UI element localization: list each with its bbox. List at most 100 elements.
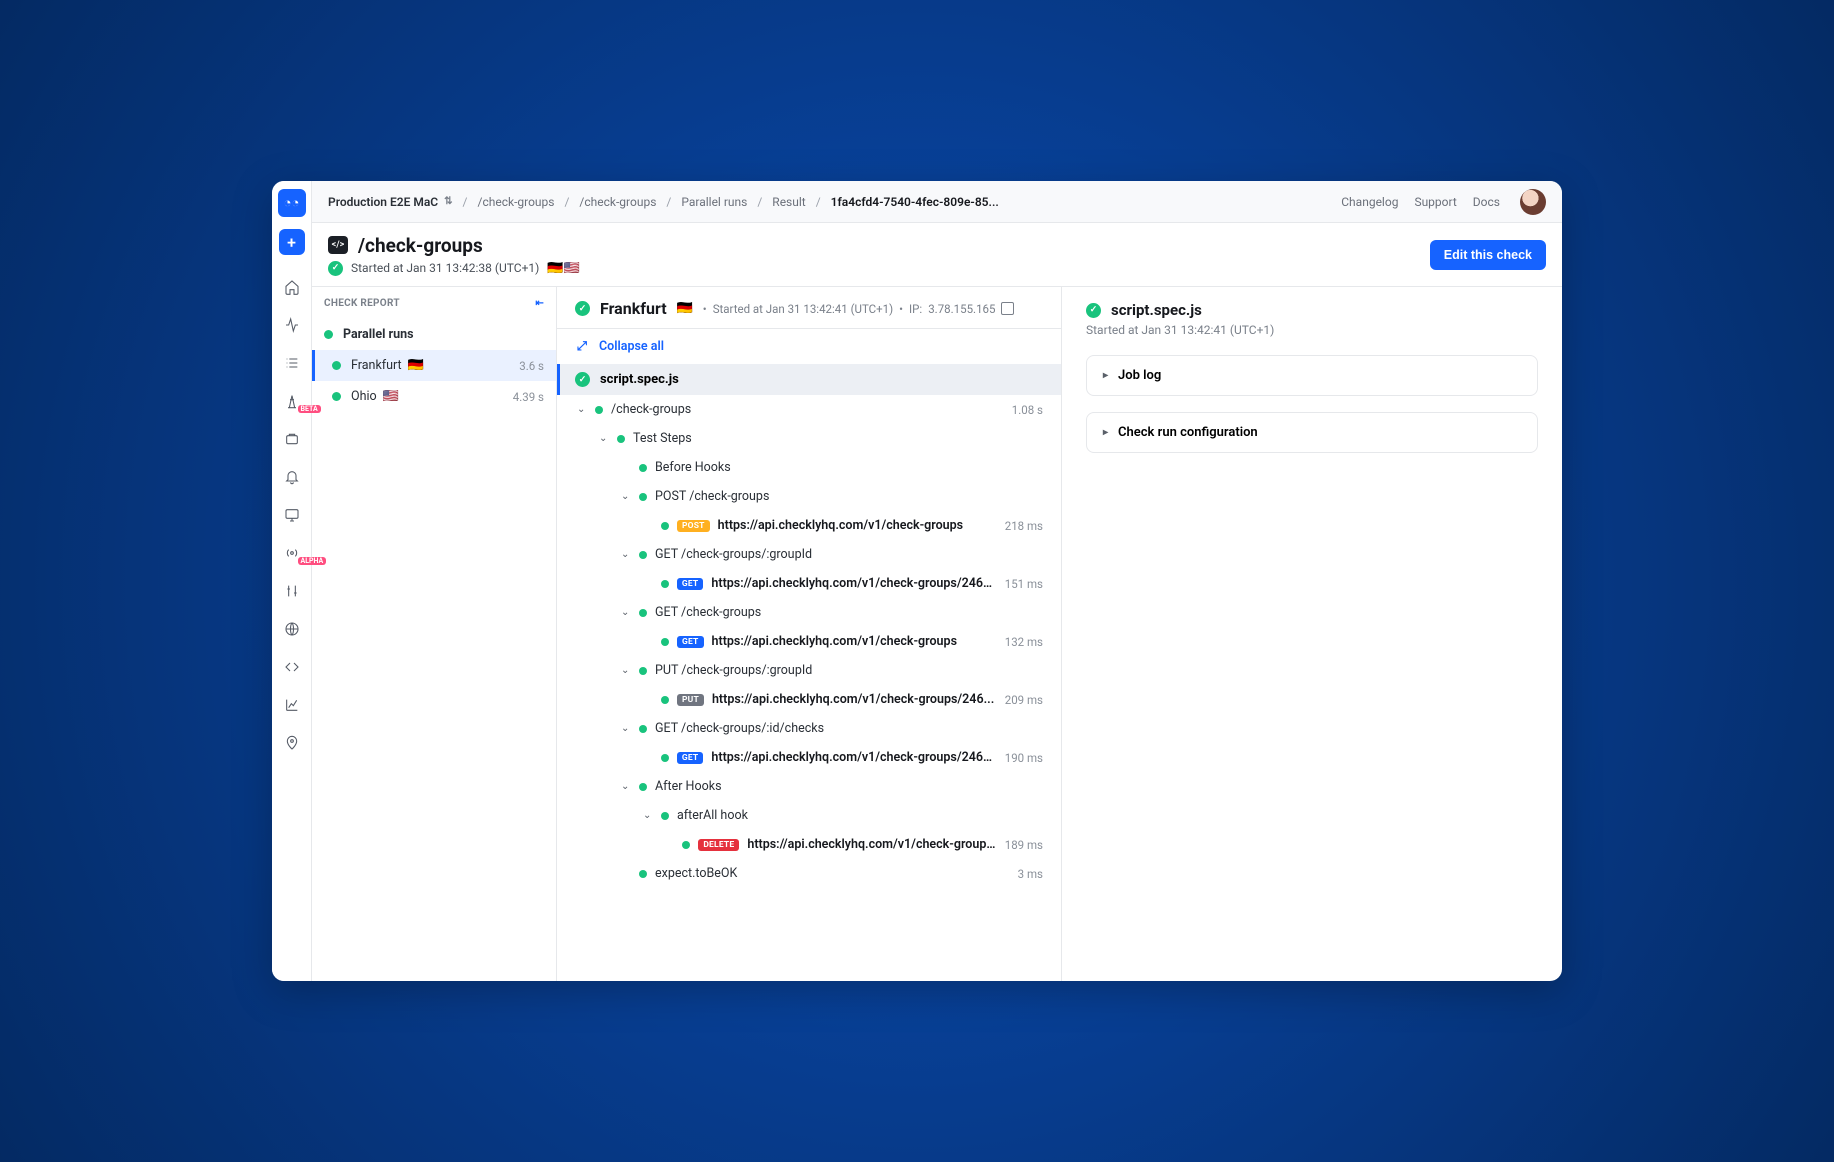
check-report-heading: CHECK REPORT — [324, 298, 400, 309]
request-url: https://api.checklyhq.com/v1/check-group… — [747, 837, 996, 852]
chevron-down-icon[interactable]: ⌄ — [621, 665, 631, 676]
radio-icon[interactable]: ALPHA — [278, 539, 306, 567]
accordion-run-config[interactable]: ▸ Check run configuration — [1086, 412, 1538, 453]
copy-icon[interactable] — [1001, 302, 1014, 315]
step-label: Before Hooks — [655, 460, 1043, 475]
chevron-down-icon[interactable]: ⌄ — [643, 810, 653, 821]
request-row[interactable]: GEThttps://api.checklyhq.com/v1/check-gr… — [557, 569, 1061, 598]
main: Production E2E MaC ⇅ / /check-groups / /… — [312, 181, 1562, 981]
code-icon[interactable] — [278, 653, 306, 681]
chevron-down-icon[interactable]: ⌄ — [599, 433, 609, 444]
request-row[interactable]: DELETE https://api.checklyhq.com/v1/check… — [557, 830, 1061, 859]
breadcrumb[interactable]: /check-groups — [579, 195, 656, 209]
avatar[interactable] — [1520, 189, 1546, 215]
titlebar: </> /check-groups ✓ Started at Jan 31 13… — [312, 223, 1562, 287]
page-title: /check-groups — [358, 234, 483, 257]
beta-badge: BETA — [298, 405, 321, 413]
chevron-down-icon[interactable]: ⌄ — [621, 723, 631, 734]
tuning-icon[interactable] — [278, 577, 306, 605]
step-row[interactable]: ⌄POST /check-groups — [557, 482, 1061, 511]
spec-file-header[interactable]: ✓ script.spec.js — [557, 364, 1061, 395]
status-bullet-icon — [332, 392, 341, 401]
project-selector[interactable]: Production E2E MaC ⇅ — [328, 195, 453, 209]
step-label: GET /check-groups/:id/checks — [655, 721, 1043, 736]
run-details-panel: ✓ Frankfurt 🇩🇪 • Started at Jan 31 13:42… — [557, 287, 1062, 981]
monitor-icon[interactable] — [278, 501, 306, 529]
chevron-down-icon[interactable]: ⌄ — [621, 607, 631, 618]
lighthouse-icon[interactable]: BETA — [278, 387, 306, 415]
add-button[interactable]: + — [279, 229, 305, 255]
docs-link[interactable]: Docs — [1473, 195, 1500, 209]
run-started-at: Started at Jan 31 13:42:41 (UTC+1) — [713, 302, 893, 316]
step-row[interactable]: ⌄Test Steps — [557, 424, 1061, 453]
location-name: Frankfurt 🇩🇪 — [351, 358, 509, 373]
step-row[interactable]: expect.toBeOK3 ms — [557, 859, 1061, 888]
step-label: PUT /check-groups/:groupId — [655, 663, 1043, 678]
container-icon[interactable] — [278, 425, 306, 453]
http-method-badge: DELETE — [698, 839, 739, 851]
edit-check-button[interactable]: Edit this check — [1430, 240, 1546, 270]
changelog-link[interactable]: Changelog — [1341, 195, 1398, 209]
request-url: https://api.checklyhq.com/v1/check-group… — [718, 518, 963, 533]
request-row[interactable]: GEThttps://api.checklyhq.com/v1/check-gr… — [557, 743, 1061, 772]
collapse-panel-icon[interactable]: ⇤ — [535, 298, 544, 309]
ip-label: IP: — [909, 302, 922, 316]
alpha-badge: ALPHA — [298, 557, 327, 565]
accordion-job-log[interactable]: ▸ Job log — [1086, 355, 1538, 396]
status-bullet-icon — [661, 812, 669, 820]
step-row[interactable]: ⌄ GET /check-groups/:id/checks — [557, 714, 1061, 743]
chevron-down-icon[interactable]: ⌄ — [577, 404, 587, 415]
home-icon[interactable] — [278, 273, 306, 301]
location-icon[interactable] — [278, 729, 306, 757]
request-url: https://api.checklyhq.com/v1/check-group… — [712, 634, 957, 649]
check-report-panel: CHECK REPORT ⇤ Parallel runs Frankfurt 🇩… — [312, 287, 557, 981]
globe-icon[interactable] — [278, 615, 306, 643]
report-item-parent[interactable]: Parallel runs — [312, 319, 556, 350]
bell-icon[interactable] — [278, 463, 306, 491]
topbar: Production E2E MaC ⇅ / /check-groups / /… — [312, 181, 1562, 223]
chart-icon[interactable] — [278, 691, 306, 719]
status-bullet-icon — [639, 609, 647, 617]
step-row[interactable]: Before Hooks — [557, 453, 1061, 482]
collapse-all-button[interactable]: ⤢ Collapse all — [557, 329, 1061, 364]
chevron-down-icon[interactable]: ⌄ — [621, 491, 631, 502]
breadcrumb[interactable]: Result — [772, 195, 805, 209]
app-window: ◔◔ + BETA ALPHA Production E2E MaC ⇅ / /… — [272, 181, 1562, 981]
logo-icon[interactable]: ◔◔ — [278, 189, 306, 217]
status-success-icon: ✓ — [1086, 303, 1101, 318]
location-name: Ohio 🇺🇸 — [351, 389, 503, 404]
request-row[interactable]: GEThttps://api.checklyhq.com/v1/check-gr… — [557, 627, 1061, 656]
duration: 189 ms — [1005, 838, 1043, 852]
project-name: Production E2E MaC — [328, 195, 438, 209]
request-url: https://api.checklyhq.com/v1/check-group… — [712, 692, 994, 707]
activity-icon[interactable] — [278, 311, 306, 339]
duration: 190 ms — [1005, 751, 1043, 765]
status-bullet-icon — [617, 435, 625, 443]
step-row[interactable]: ⌄/check-groups1.08 s — [557, 395, 1061, 424]
location-flag: 🇩🇪 — [677, 302, 693, 315]
ip-value: 3.78.155.165 — [928, 302, 995, 316]
status-bullet-icon — [639, 464, 647, 472]
step-row[interactable]: ⌄afterAll hook — [557, 801, 1061, 830]
page-subtitle: Started at Jan 31 13:42:38 (UTC+1) — [351, 261, 539, 275]
crumb-sep: / — [463, 195, 468, 209]
breadcrumb[interactable]: Parallel runs — [681, 195, 747, 209]
step-label: After Hooks — [655, 779, 1043, 794]
duration: 132 ms — [1005, 635, 1043, 649]
step-row[interactable]: ⌄GET /check-groups — [557, 598, 1061, 627]
chevron-down-icon[interactable]: ⌄ — [621, 549, 631, 560]
request-row[interactable]: PUThttps://api.checklyhq.com/v1/check-gr… — [557, 685, 1061, 714]
chevron-down-icon[interactable]: ⌄ — [621, 781, 631, 792]
list-icon[interactable] — [278, 349, 306, 377]
step-row[interactable]: ⌄GET /check-groups/:groupId — [557, 540, 1061, 569]
details-panel: ✓ script.spec.js Started at Jan 31 13:42… — [1062, 287, 1562, 981]
status-bullet-icon — [661, 696, 669, 704]
report-item-location[interactable]: Ohio 🇺🇸 4.39 s — [312, 381, 556, 412]
report-item-location[interactable]: Frankfurt 🇩🇪 3.6 s — [312, 350, 556, 381]
duration: 1.08 s — [1012, 403, 1043, 417]
request-row[interactable]: POSThttps://api.checklyhq.com/v1/check-g… — [557, 511, 1061, 540]
breadcrumb[interactable]: /check-groups — [478, 195, 555, 209]
step-row[interactable]: ⌄ PUT /check-groups/:groupId — [557, 656, 1061, 685]
support-link[interactable]: Support — [1414, 195, 1456, 209]
step-row[interactable]: ⌄ After Hooks — [557, 772, 1061, 801]
